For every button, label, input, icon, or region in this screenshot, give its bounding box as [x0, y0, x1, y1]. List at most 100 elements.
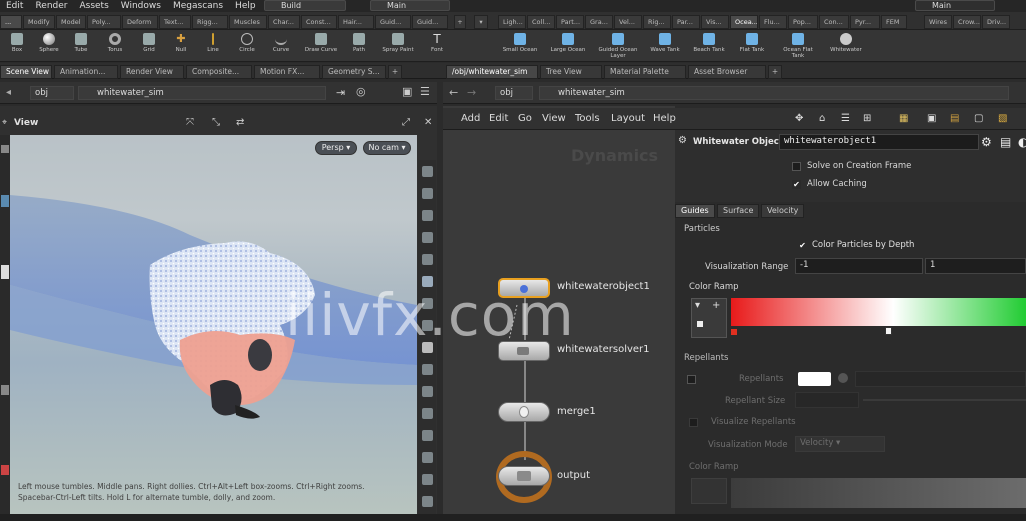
select-icon[interactable] [1, 145, 9, 153]
handle-tool-icon[interactable] [1, 265, 9, 279]
color-picker-icon[interactable] [838, 373, 848, 383]
shading-icon[interactable] [422, 254, 433, 265]
forward-arrow-icon[interactable]: → [467, 86, 476, 99]
visualize-repellants-checkbox[interactable] [689, 418, 698, 427]
shelf-tab[interactable]: Gra... [585, 15, 613, 29]
camera-icon[interactable] [422, 452, 433, 463]
shelf-tab[interactable]: Vis... [701, 15, 729, 29]
grid-icon[interactable]: ⊞ [863, 113, 871, 124]
note-icon[interactable]: ▤ [950, 113, 959, 124]
shelf-tab[interactable]: Crow... [953, 15, 981, 29]
shelf-tab[interactable]: Par... [672, 15, 700, 29]
path-node-field[interactable]: whitewater_sim [539, 86, 1009, 100]
points-icon[interactable] [422, 364, 433, 375]
color-by-depth-checkbox[interactable]: ✔ [798, 241, 807, 250]
tool-circle[interactable]: Circle [230, 31, 264, 61]
shelf-tab[interactable]: Part... [556, 15, 584, 29]
shelf-tab[interactable]: Guid... [412, 15, 448, 29]
shelf-tab[interactable]: Pop... [788, 15, 818, 29]
record-icon[interactable] [1, 465, 9, 475]
shelf-tab[interactable]: Pyr... [850, 15, 880, 29]
path-node-field[interactable]: whitewater_sim [78, 86, 326, 100]
net-menu-view[interactable]: View [542, 113, 566, 124]
tool-curve[interactable]: Curve [264, 31, 298, 61]
tab-motion-fx[interactable]: Motion FX... [254, 65, 320, 79]
shelf-tab[interactable]: Poly... [87, 15, 121, 29]
pin-icon[interactable]: ⇥ [336, 86, 345, 99]
tab-scene-view[interactable]: Scene View [0, 65, 52, 79]
shelf-tab[interactable]: Const... [301, 15, 337, 29]
add-pane-tab-button[interactable]: + [768, 65, 782, 79]
view-tool-icon[interactable] [1, 385, 9, 395]
menu-help[interactable]: Help [229, 0, 262, 12]
shelf-tab[interactable]: FEM [881, 15, 907, 29]
repellant-size-field[interactable] [795, 392, 859, 408]
menu-assets[interactable]: Assets [73, 0, 114, 12]
tab-geometry-spreadsheet[interactable]: Geometry S... [322, 65, 386, 79]
menu-megascans[interactable]: Megascans [167, 0, 229, 12]
tool-null[interactable]: ✚ Null [164, 31, 198, 61]
layout-icon[interactable]: ☰ [420, 85, 430, 98]
ramp-key-left[interactable] [731, 329, 737, 335]
tool-tube[interactable]: Tube [64, 31, 98, 61]
net-menu-add[interactable]: Add [461, 113, 480, 124]
shelf-tab[interactable]: Con... [819, 15, 849, 29]
tab-asset-browser[interactable]: Asset Browser [688, 65, 766, 79]
menu-edit[interactable]: Edit [0, 0, 29, 12]
shelf-tab[interactable]: Guid... [375, 15, 411, 29]
shelf-tab[interactable]: Coll... [527, 15, 555, 29]
shelf-tab[interactable]: Deform [122, 15, 158, 29]
ramp2-controls[interactable] [691, 478, 727, 504]
ramp-key-mid[interactable] [885, 327, 892, 335]
gear-icon[interactable]: ⚙ [678, 135, 687, 146]
network-box-icon[interactable]: ▣ [927, 113, 936, 124]
snap-icon[interactable] [422, 430, 433, 441]
repellant-size-slider[interactable] [863, 399, 1026, 401]
tool-guided-ocean-layer[interactable]: Guided Ocean Layer [596, 31, 640, 61]
lock-icon[interactable] [422, 210, 433, 221]
pin-icon[interactable]: ⌂ [819, 113, 825, 124]
node-whitewaterobject1[interactable] [498, 278, 550, 298]
mode-icon[interactable]: ▢ [974, 113, 983, 124]
tool-beach-tank[interactable]: Beach Tank [690, 31, 728, 61]
tab-render-view[interactable]: Render View [120, 65, 184, 79]
bulb-icon[interactable] [422, 232, 433, 243]
menu-windows[interactable]: Windows [115, 0, 167, 12]
close-icon[interactable]: ✕ [424, 117, 432, 128]
lock-icon[interactable] [422, 188, 433, 199]
tab-velocity[interactable]: Velocity [761, 204, 805, 218]
tool-wave-tank[interactable]: Wave Tank [646, 31, 684, 61]
sync-icon[interactable]: ⇄ [236, 117, 244, 128]
tool-ocean-flat-tank[interactable]: Ocean Flat Tank [778, 31, 818, 61]
expand-icon[interactable]: ⤢ [402, 117, 410, 128]
net-menu-edit[interactable]: Edit [489, 113, 508, 124]
pin-icon[interactable] [422, 298, 433, 309]
help-book-icon[interactable]: ▤ [1000, 135, 1011, 149]
tab-tree-view[interactable]: Tree View [540, 65, 602, 79]
shelf-tab[interactable]: Ligh... [498, 15, 526, 29]
shelf-add-tab-button[interactable]: + [454, 15, 466, 29]
move-icon[interactable]: ✥ [795, 113, 803, 124]
shelf-tab[interactable]: Rigg... [192, 15, 228, 29]
tool-torus[interactable]: Torus [98, 31, 132, 61]
tab-guides[interactable]: Guides [675, 204, 715, 218]
repellant-color-values[interactable] [855, 371, 1026, 387]
geo-icon[interactable] [422, 320, 433, 331]
tab-composite[interactable]: Composite... [186, 65, 252, 79]
camera-nocam-menu[interactable]: No cam ▾ [363, 141, 411, 155]
snap-icon[interactable]: ⤧ [186, 117, 194, 128]
tool-grid[interactable]: Grid [132, 31, 166, 61]
tool-large-ocean[interactable]: Large Ocean [548, 31, 588, 61]
info-icon[interactable]: ◐ [1018, 135, 1026, 149]
node-whitewatersolver1[interactable] [498, 341, 550, 361]
add-key-icon[interactable]: + [712, 300, 720, 311]
handle-icon[interactable]: ⤡ [212, 117, 220, 128]
tool-draw-curve[interactable]: Draw Curve [300, 31, 342, 61]
timeline-strip[interactable] [0, 514, 1026, 521]
color-ramp-bar[interactable] [731, 298, 1026, 326]
net-menu-layout[interactable]: Layout [611, 113, 645, 124]
shelf-tab[interactable]: Modify [23, 15, 55, 29]
3d-viewport[interactable]: Persp ▾ No cam ▾ Left mouse tumbles. Mid… [10, 135, 417, 514]
shelf-tab[interactable]: Wires [924, 15, 952, 29]
ramp-controls[interactable]: ▾ + [691, 298, 727, 338]
